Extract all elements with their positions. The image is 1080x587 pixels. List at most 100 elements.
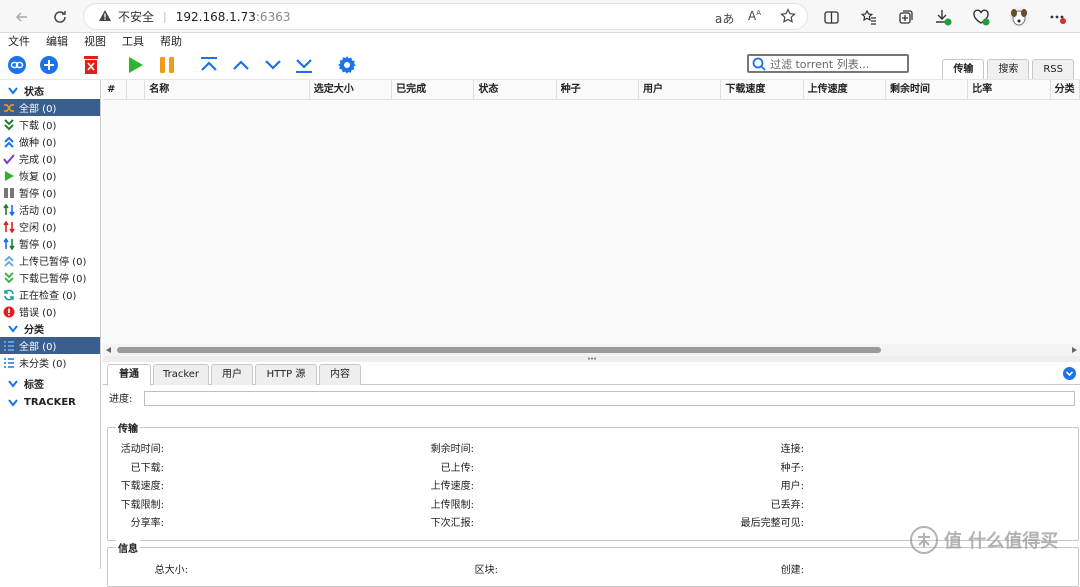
tab-transfers[interactable]: 传输 xyxy=(942,59,985,79)
top-tabs: 传输 搜索 RSS xyxy=(942,59,1074,79)
col-seeds[interactable]: 种子 xyxy=(557,80,640,99)
transfer-col1: 活动时间: 已下载: 下载速度: 下载限制: 分享率: xyxy=(120,444,164,529)
menu-help[interactable]: 帮助 xyxy=(152,34,190,50)
category-all[interactable]: 全部 (0) xyxy=(0,337,100,354)
col-size[interactable]: 选定大小 xyxy=(310,80,393,99)
pause-icon xyxy=(3,187,15,199)
add-link-button[interactable] xyxy=(6,54,28,76)
favorites-icon[interactable] xyxy=(858,6,880,28)
grip-icon xyxy=(588,357,596,360)
read-aloud-icon[interactable]: aあ xyxy=(715,10,734,27)
chevron-down-icon xyxy=(8,398,18,407)
category-header[interactable]: 分类 xyxy=(0,320,100,337)
filter-checking[interactable]: 正在检查 (0) xyxy=(0,286,100,303)
address-bar[interactable]: 不安全 | 192.168.1.73:6363 aあ AA xyxy=(83,3,808,30)
collections-icon[interactable] xyxy=(895,6,917,28)
error-icon xyxy=(3,306,15,318)
collapse-panel-icon[interactable] xyxy=(1063,367,1076,380)
col-peers[interactable]: 用户 xyxy=(639,80,722,99)
torrent-filter-input[interactable]: 过滤 torrent 列表... xyxy=(747,54,909,73)
pause-button[interactable] xyxy=(156,54,178,76)
filter-paused[interactable]: 暂停 (0) xyxy=(0,184,100,201)
browser-essentials-icon[interactable] xyxy=(970,6,992,28)
list-icon xyxy=(3,340,15,352)
watermark: 值 什么值得买 xyxy=(910,526,1058,554)
col-priority[interactable] xyxy=(127,80,146,99)
col-dl-speed[interactable]: 下载速度 xyxy=(721,80,804,99)
filter-downloading[interactable]: 下载 (0) xyxy=(0,116,100,133)
profile-avatar-icon[interactable] xyxy=(1008,6,1030,28)
col-name[interactable]: 名称 xyxy=(145,80,310,99)
move-bottom-button[interactable] xyxy=(293,54,315,76)
scrollbar-thumb[interactable] xyxy=(117,347,881,353)
tab-rss[interactable]: RSS xyxy=(1032,59,1074,79)
status-header[interactable]: 状态 xyxy=(0,82,100,99)
transfer-legend: 传输 xyxy=(116,420,140,435)
progress-bar xyxy=(144,391,1075,406)
menu-edit[interactable]: 编辑 xyxy=(38,34,76,50)
filter-inactive[interactable]: 空闲 (0) xyxy=(0,218,100,235)
filter-stalled-downloading[interactable]: 下载已暂停 (0) xyxy=(0,269,100,286)
refresh-icon[interactable] xyxy=(49,6,71,28)
scroll-right-icon[interactable] xyxy=(1071,347,1077,353)
double-up-icon xyxy=(3,255,15,267)
col-ratio[interactable]: 比率 xyxy=(968,80,1051,99)
tags-header[interactable]: 标签 xyxy=(0,375,100,392)
search-icon xyxy=(752,57,766,71)
tab-search[interactable]: 搜索 xyxy=(987,59,1030,79)
category-uncategorized[interactable]: 未分类 (0) xyxy=(0,354,100,371)
settings-gear-icon[interactable] xyxy=(336,54,358,76)
resume-button[interactable] xyxy=(124,54,146,76)
col-index[interactable]: # xyxy=(103,80,127,99)
filter-active[interactable]: 活动 (0) xyxy=(0,201,100,218)
move-top-button[interactable] xyxy=(198,54,220,76)
play-icon xyxy=(3,170,15,182)
col-status[interactable]: 状态 xyxy=(474,80,557,99)
col-ul-speed[interactable]: 上传速度 xyxy=(804,80,886,99)
list-icon xyxy=(3,357,15,369)
add-torrent-button[interactable] xyxy=(38,54,60,76)
panel-splitter[interactable] xyxy=(103,356,1080,362)
filter-completed[interactable]: 完成 (0) xyxy=(0,150,100,167)
filter-resumed[interactable]: 恢复 (0) xyxy=(0,167,100,184)
transfer-section: 传输 活动时间: 已下载: 下载速度: 下载限制: 分享率: 剩余时间: 已上传… xyxy=(107,420,1079,541)
tab-peers[interactable]: 用户 xyxy=(211,364,253,385)
delete-button[interactable] xyxy=(80,54,102,76)
menu-file[interactable]: 文件 xyxy=(0,34,38,50)
filter-errored[interactable]: 错误 (0) xyxy=(0,303,100,320)
tab-tracker[interactable]: Tracker xyxy=(153,364,209,385)
more-menu-icon[interactable] xyxy=(1047,6,1069,28)
chevron-down-icon xyxy=(8,86,18,95)
col-eta[interactable]: 剩余时间 xyxy=(886,80,969,99)
updown-arrows-icon xyxy=(3,237,15,250)
watermark-text: 值 什么值得买 xyxy=(944,531,1059,552)
tab-general[interactable]: 普通 xyxy=(107,364,151,386)
filter-stalled-uploading[interactable]: 上传已暂停 (0) xyxy=(0,252,100,269)
col-category[interactable]: 分类 xyxy=(1051,80,1080,99)
menu-tools[interactable]: 工具 xyxy=(114,34,152,50)
scroll-left-icon[interactable] xyxy=(106,347,112,353)
tracker-header[interactable]: TRACKER xyxy=(0,394,100,411)
move-down-button[interactable] xyxy=(262,54,284,76)
info-legend: 信息 xyxy=(116,540,140,555)
menu-view[interactable]: 视图 xyxy=(76,34,114,50)
torrent-table-body[interactable] xyxy=(103,100,1080,344)
tab-content[interactable]: 内容 xyxy=(319,364,361,385)
font-size-icon[interactable]: AA xyxy=(748,9,761,23)
back-icon[interactable] xyxy=(11,6,33,28)
transfer-col3: 连接: 种子: 用户: 已丢弃: 最后完整可见: xyxy=(740,444,804,529)
transfer-col2: 剩余时间: 已上传: 上传速度: 上传限制: 下次汇报: xyxy=(430,444,474,529)
horizontal-scrollbar[interactable] xyxy=(103,344,1080,356)
move-up-button[interactable] xyxy=(230,54,252,76)
filter-stalled[interactable]: 暂停 (0) xyxy=(0,235,100,252)
filter-seeding[interactable]: 做种 (0) xyxy=(0,133,100,150)
downloads-icon[interactable] xyxy=(932,6,954,28)
warning-icon xyxy=(98,9,112,25)
torrent-table-header: # 名称 选定大小 已完成 状态 种子 用户 下载速度 上传速度 剩余时间 比率… xyxy=(103,80,1080,100)
filter-all[interactable]: 全部 (0) xyxy=(0,99,100,116)
favorite-star-icon[interactable] xyxy=(780,8,796,27)
split-screen-icon[interactable] xyxy=(820,6,842,28)
tab-http-sources[interactable]: HTTP 源 xyxy=(255,364,317,385)
col-done[interactable]: 已完成 xyxy=(392,80,475,99)
chevron-down-icon xyxy=(8,324,18,333)
